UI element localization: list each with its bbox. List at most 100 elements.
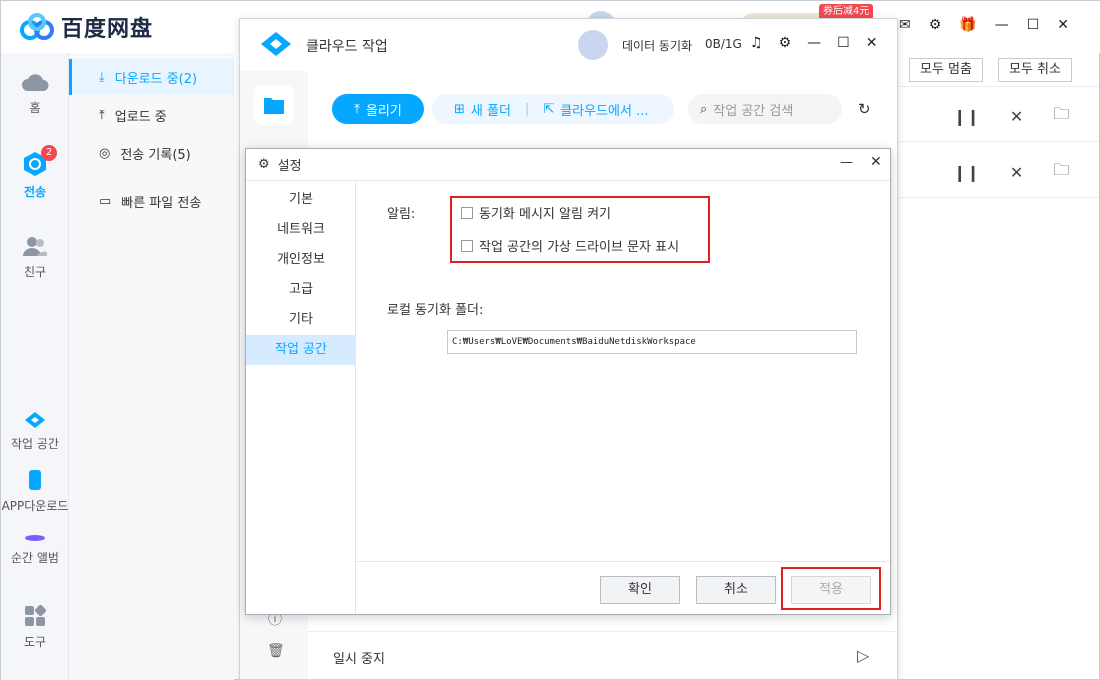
minimize-icon[interactable]: — — [840, 155, 853, 170]
settings-tab-privacy[interactable]: 개인정보 — [246, 245, 356, 275]
trash-icon[interactable]: 🗑 — [267, 643, 285, 659]
apply-button[interactable]: 적용 — [791, 576, 871, 604]
sidebar-item-downloading[interactable]: ⤓ 다운로드 중(2) — [69, 59, 234, 95]
transfer-sidebar: ⤓ 다운로드 중(2) ⤒ 업로드 중 ◎ 전송 기록(5) ▭ 빠른 파일 전… — [69, 53, 234, 680]
monitor-icon: ▭ — [99, 193, 112, 209]
new-folder-icon: ⊞ — [454, 101, 465, 117]
nav-transfer[interactable]: 전송 2 — [1, 145, 69, 200]
sidebar-item-label: 빠른 파일 전송 — [121, 195, 202, 211]
settings-gear-icon: ⚙ — [258, 157, 270, 172]
sync-alert-checkbox[interactable]: 동기화 메시지 알림 켜기 — [461, 203, 611, 222]
nav-album[interactable]: 순간 앨범 — [1, 533, 69, 566]
upload-button[interactable]: ⤒ 올리기 — [332, 94, 424, 124]
transfer-badge: 2 — [41, 145, 57, 161]
settings-tab-network[interactable]: 네트워크 — [246, 215, 356, 245]
pause-all-button[interactable]: 모두 멈춤 — [909, 58, 983, 82]
sidebar-item-uploading[interactable]: ⤒ 업로드 중 — [69, 97, 234, 133]
tools-grid-icon — [25, 605, 46, 626]
play-icon[interactable]: ▷ — [857, 646, 869, 665]
refresh-icon[interactable]: ↻ — [858, 100, 871, 118]
search-input[interactable]: 작업 공간 검색 — [713, 100, 793, 119]
minimize-icon[interactable]: — — [807, 35, 821, 51]
table-row: ❙❙ ✕ 🗀 — [953, 103, 1069, 130]
settings-body: 알림: 동기화 메시지 알림 켜기 작업 공간의 가상 드라이브 문자 표시 로… — [357, 181, 890, 561]
from-cloud-button[interactable]: 클라우드에서 ... — [560, 100, 648, 119]
phone-icon — [29, 470, 41, 490]
maximize-icon[interactable]: ☐ — [1027, 17, 1040, 33]
upload-icon: ⤒ — [354, 101, 360, 117]
minimize-icon[interactable]: — — [995, 17, 1009, 33]
search-box[interactable]: ⌕ 작업 공간 검색 — [688, 94, 842, 124]
nav-workspace[interactable]: 작업 공간 — [1, 411, 69, 452]
close-icon[interactable]: ✕ — [1057, 17, 1069, 33]
new-folder-button[interactable]: 새 폴더 — [471, 100, 511, 119]
cloud-window-controls: ♫ ⚙ — ☐ ✕ — [750, 35, 877, 51]
settings-tab-basic[interactable]: 기본 — [246, 185, 356, 215]
settings-tab-advanced[interactable]: 고급 — [246, 275, 356, 305]
friends-icon — [23, 237, 47, 256]
cancel-button[interactable]: 취소 — [696, 576, 776, 604]
nav-tools-label: 도구 — [23, 635, 47, 649]
checkbox-box[interactable] — [461, 239, 473, 252]
maximize-icon[interactable]: ☐ — [837, 35, 850, 51]
folder-icon[interactable]: 🗀 — [1053, 159, 1069, 186]
sync-label: 데이터 동기화 — [622, 39, 693, 53]
sync-size: 0B/1G — [705, 37, 742, 51]
checkbox-box[interactable] — [461, 206, 473, 219]
cancel-icon[interactable]: ✕ — [1010, 107, 1023, 126]
settings-tab-other[interactable]: 기타 — [246, 305, 356, 335]
divider — [899, 197, 1099, 198]
pause-icon[interactable]: ❙❙ — [953, 163, 980, 182]
folder-path-field[interactable]: C:₩Users₩LoVE₩Documents₩BaiduNetdiskWork… — [447, 330, 857, 354]
divider — [899, 86, 1099, 87]
gift-icon[interactable]: 🎁 — [959, 17, 976, 33]
close-icon[interactable]: ✕ — [870, 154, 882, 170]
settings-title: 설정 — [277, 159, 302, 174]
app-logo: 百度网盘 — [19, 11, 153, 43]
left-nav: 홈 전송 2 친구 작업 공간 APP다운로드 순간 앨범 도구 — [1, 53, 69, 680]
divider — [308, 631, 897, 632]
settings-footer: 확인 취소 적용 — [357, 561, 890, 614]
nav-home[interactable]: 홈 — [1, 71, 69, 116]
cloud-window-title: 클라우드 작업 — [306, 39, 388, 55]
download-icon: ⤓ — [99, 69, 105, 85]
divider — [899, 141, 1099, 142]
nav-friends[interactable]: 친구 — [1, 235, 69, 280]
virtual-drive-checkbox[interactable]: 작업 공간의 가상 드라이브 문자 표시 — [461, 236, 679, 255]
upload-button-label: 올리기 — [365, 103, 402, 119]
checkbox-label: 작업 공간의 가상 드라이브 문자 표시 — [479, 240, 680, 255]
folder-icon[interactable]: 🗀 — [1053, 103, 1069, 130]
nav-app-download[interactable]: APP다운로드 — [0, 469, 73, 514]
avatar[interactable] — [578, 30, 608, 60]
settings-gear-icon[interactable]: ⚙ — [929, 17, 942, 33]
ok-button[interactable]: 확인 — [600, 576, 680, 604]
folder-icon — [264, 98, 284, 114]
sidebar-item-quick-transfer[interactable]: ▭ 빠른 파일 전송 — [69, 183, 234, 219]
sidebar-item-label: 전송 기록(5) — [120, 147, 191, 163]
mail-icon[interactable]: ✉ — [899, 17, 911, 33]
separator: | — [524, 101, 530, 117]
settings-tab-workspace[interactable]: 작업 공간 — [246, 335, 356, 365]
pause-icon[interactable]: ❙❙ — [953, 107, 980, 126]
main-window-controls: ✉ ⚙ 🎁 — ☐ ✕ — [899, 17, 1069, 33]
nav-app-download-label: APP다운로드 — [1, 499, 69, 513]
settings-nav: 기본 네트워크 개인정보 고급 기타 작업 공간 — [246, 181, 356, 614]
headset-icon[interactable]: ♫ — [750, 35, 763, 51]
nav-transfer-label: 전송 — [23, 185, 47, 199]
sidebar-item-label: 다운로드 중(2) — [114, 71, 198, 87]
close-icon[interactable]: ✕ — [866, 35, 878, 51]
file-tab[interactable] — [254, 85, 294, 125]
cancel-icon[interactable]: ✕ — [1010, 163, 1023, 182]
sidebar-item-history[interactable]: ◎ 전송 기록(5) — [69, 135, 234, 171]
nav-tools[interactable]: 도구 — [1, 605, 69, 650]
alert-label: 알림: — [387, 207, 416, 222]
local-folder-label: 로컬 동기화 폴더: — [387, 303, 484, 318]
cancel-all-button[interactable]: 모두 취소 — [998, 58, 1072, 82]
action-group: ⊞ 새 폴더 | ⇱ 클라우드에서 ... — [432, 94, 674, 124]
workspace-logo-icon — [261, 32, 291, 56]
nav-workspace-label: 작업 공간 — [11, 437, 59, 451]
table-row: ❙❙ ✕ 🗀 — [953, 159, 1069, 186]
nav-home-label: 홈 — [29, 101, 41, 115]
workspace-icon — [25, 412, 45, 428]
settings-gear-icon[interactable]: ⚙ — [779, 35, 792, 51]
